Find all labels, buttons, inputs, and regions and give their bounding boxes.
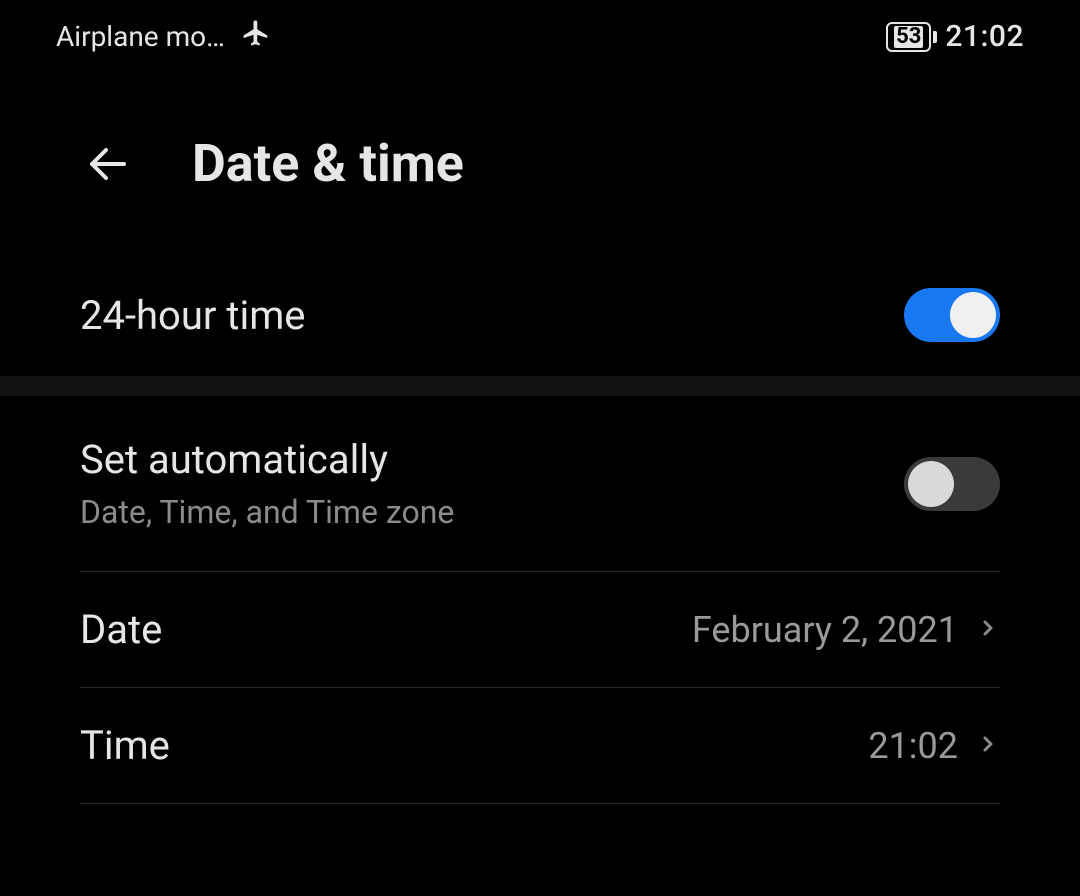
status-clock: 21:02 [945, 19, 1024, 54]
status-bar: Airplane mo… 53 21:02 [0, 0, 1080, 73]
row-date-value: February 2, 2021 [692, 609, 958, 651]
section-date: Date February 2, 2021 [0, 572, 1080, 687]
battery-percent: 53 [894, 26, 923, 48]
row-auto-label: Set automatically [80, 436, 454, 483]
chevron-right-icon [976, 608, 1000, 652]
toggle-set-automatically[interactable] [904, 457, 1000, 511]
back-button[interactable] [80, 136, 136, 192]
battery-icon: 53 [886, 22, 937, 52]
section-time: Time 21:02 [0, 688, 1080, 803]
status-left: Airplane mo… [56, 18, 271, 55]
row-24hour-label: 24-hour time [80, 292, 306, 339]
row-set-automatically[interactable]: Set automatically Date, Time, and Time z… [80, 396, 1000, 571]
toggle-knob [950, 292, 996, 338]
airplane-mode-text: Airplane mo… [56, 20, 225, 53]
row-time[interactable]: Time 21:02 [80, 688, 1000, 803]
airplane-icon [241, 18, 271, 55]
section-divider [0, 376, 1080, 396]
section-auto: Set automatically Date, Time, and Time z… [0, 396, 1080, 571]
toggle-24hour[interactable] [904, 288, 1000, 342]
row-time-value: 21:02 [868, 725, 958, 767]
row-time-label: Time [80, 722, 170, 769]
row-auto-sublabel: Date, Time, and Time zone [80, 493, 454, 531]
chevron-right-icon [976, 724, 1000, 768]
divider [80, 803, 1000, 804]
page-header: Date & time [0, 73, 1080, 254]
page-title: Date & time [192, 133, 464, 194]
status-right: 53 21:02 [886, 19, 1024, 54]
row-24hour[interactable]: 24-hour time [80, 254, 1000, 376]
section-24h: 24-hour time [0, 254, 1080, 376]
toggle-knob [908, 461, 954, 507]
row-date[interactable]: Date February 2, 2021 [80, 572, 1000, 687]
row-date-label: Date [80, 606, 162, 653]
